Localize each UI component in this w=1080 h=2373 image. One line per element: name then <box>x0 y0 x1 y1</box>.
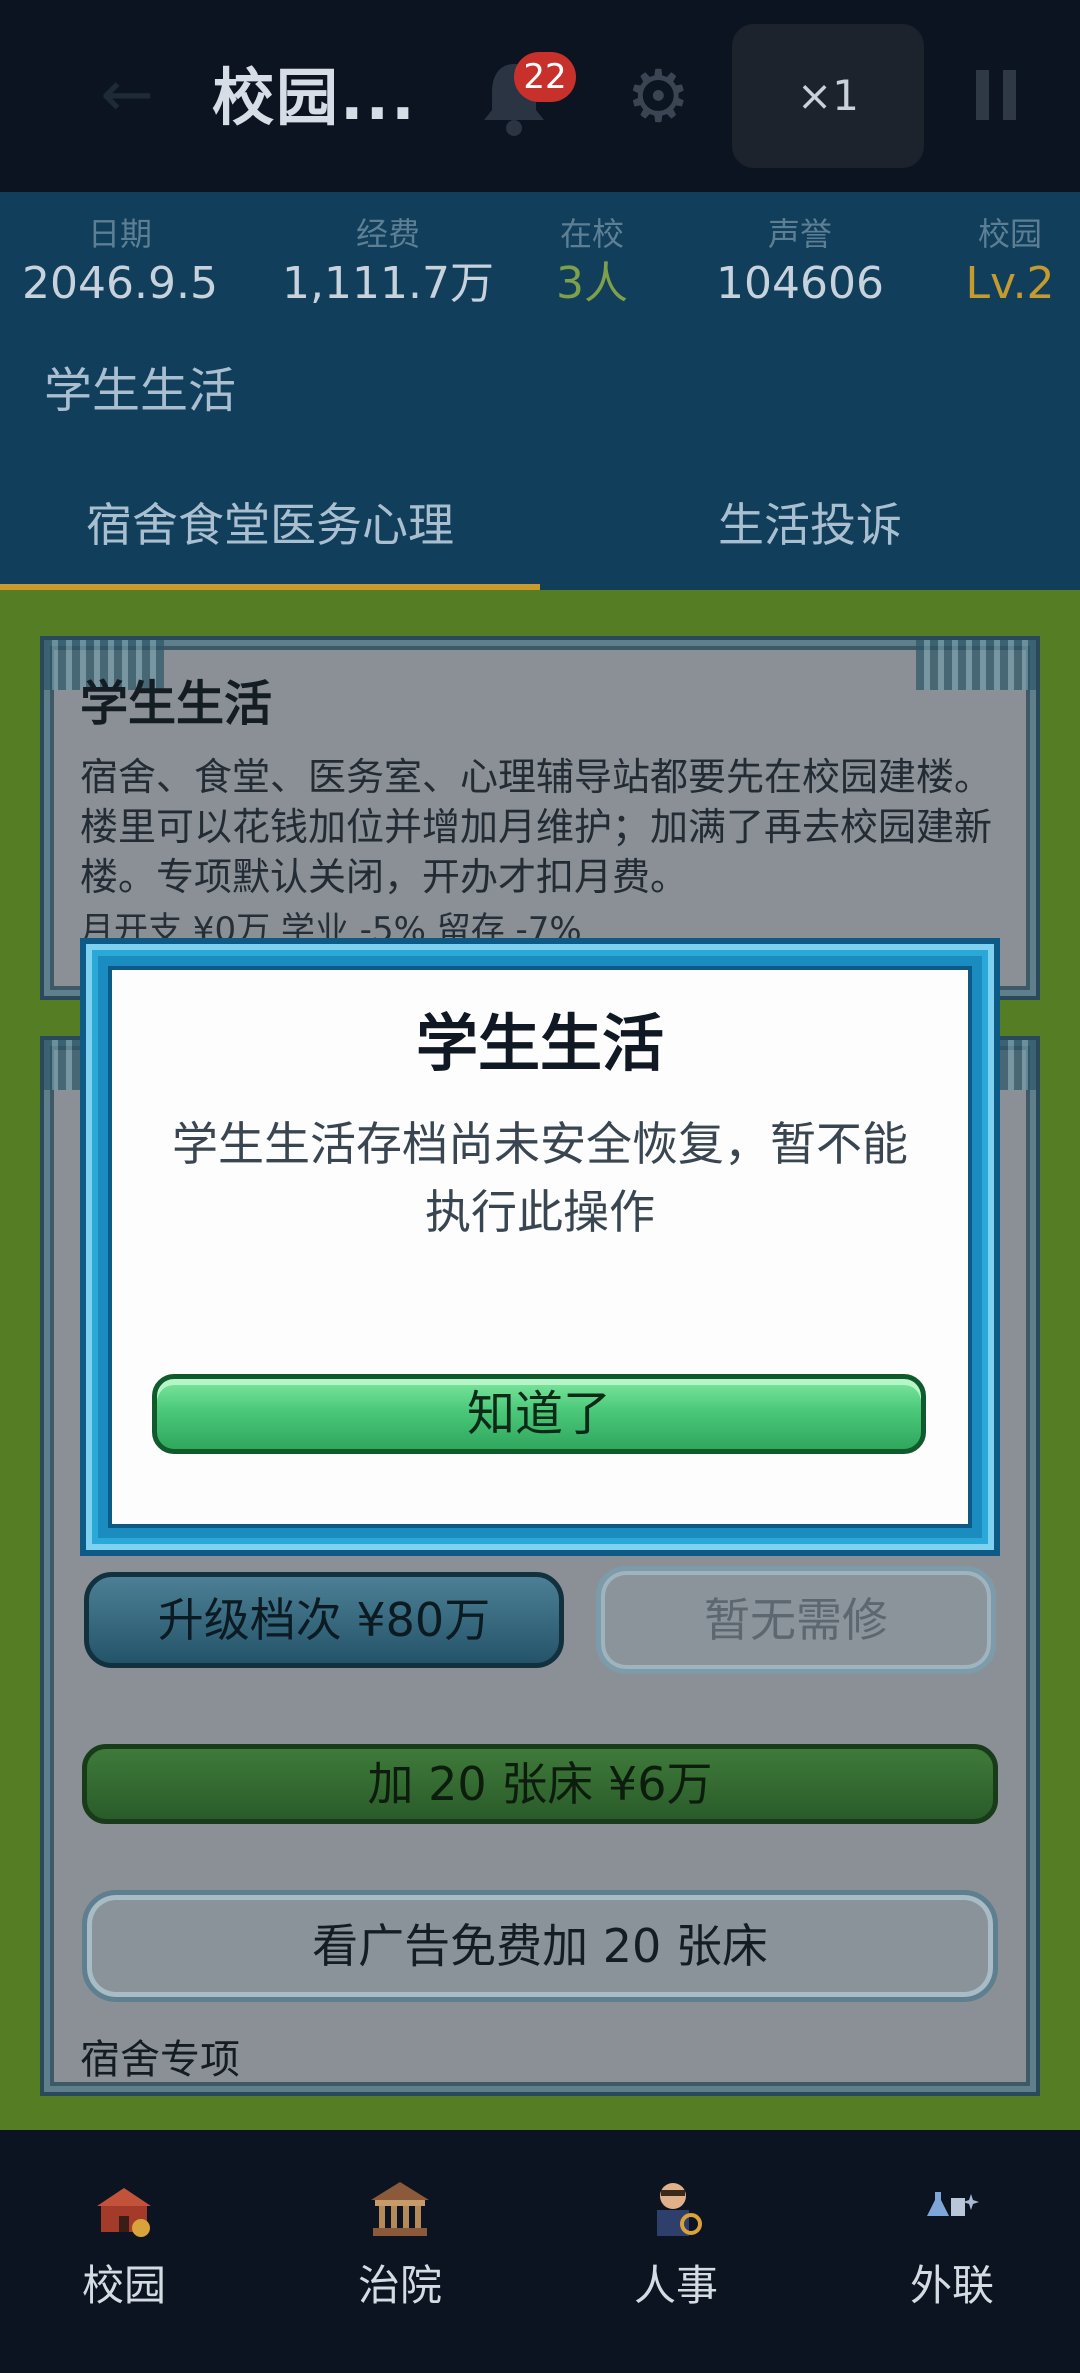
stat-campus-level: 校园 Lv.2 <box>965 215 1055 309</box>
watch-ad-add-beds-button[interactable]: 看广告免费加 20 张床 <box>82 1890 998 2002</box>
stat-date: 日期 2046.9.5 <box>22 215 218 309</box>
stat-funds: 经费 1,111.7万 <box>282 215 494 309</box>
school-building-icon <box>91 2176 157 2242</box>
card-corner-ornament <box>916 640 1036 690</box>
upgrade-button[interactable]: 升级档次 ¥80万 <box>84 1572 564 1668</box>
tab-dorm-canteen-medical[interactable]: 宿舍食堂医务心理 <box>0 470 540 580</box>
nav-item-academy[interactable]: 治院 <box>300 2176 500 2326</box>
page-title: 校园... <box>212 61 417 134</box>
stat-enrolled: 在校 3人 <box>556 215 628 309</box>
staff-person-icon <box>643 2176 709 2242</box>
notification-count-badge: 22 <box>514 52 576 102</box>
nav-item-campus[interactable]: 校园 <box>24 2176 224 2326</box>
section-title: 学生生活 <box>44 363 237 419</box>
add-beds-button[interactable]: 加 20 张床 ¥6万 <box>82 1744 998 1824</box>
repair-button: 暂无需修 <box>596 1566 996 1674</box>
nav-item-staff[interactable]: 人事 <box>576 2176 776 2326</box>
academy-hall-icon <box>367 2176 433 2242</box>
dorm-special-heading: 宿舍专项 <box>80 2037 240 2083</box>
nav-item-outreach[interactable]: 外联 <box>852 2176 1052 2326</box>
pause-icon[interactable] <box>976 70 1016 120</box>
tab-complaints[interactable]: 生活投诉 <box>540 470 1080 580</box>
modal-title: 学生生活 <box>415 1007 664 1080</box>
modal-confirm-button[interactable]: 知道了 <box>152 1374 926 1454</box>
speed-toggle-button[interactable]: ×1 <box>732 24 924 168</box>
lab-flasks-icon <box>919 2176 985 2242</box>
card-description: 宿舍、食堂、医务室、心理辅导站都要先在校园建楼。楼里可以花钱加位并增加月维护；加… <box>80 755 993 899</box>
back-arrow-icon[interactable]: ← <box>92 60 162 130</box>
card-title: 学生生活 <box>80 676 273 732</box>
stat-reputation: 声誉 104606 <box>716 215 884 309</box>
modal-message: 学生生活存档尚未安全恢复，暂不能执行此操作 <box>172 1117 908 1239</box>
gear-icon[interactable]: ⚙ <box>626 60 691 132</box>
